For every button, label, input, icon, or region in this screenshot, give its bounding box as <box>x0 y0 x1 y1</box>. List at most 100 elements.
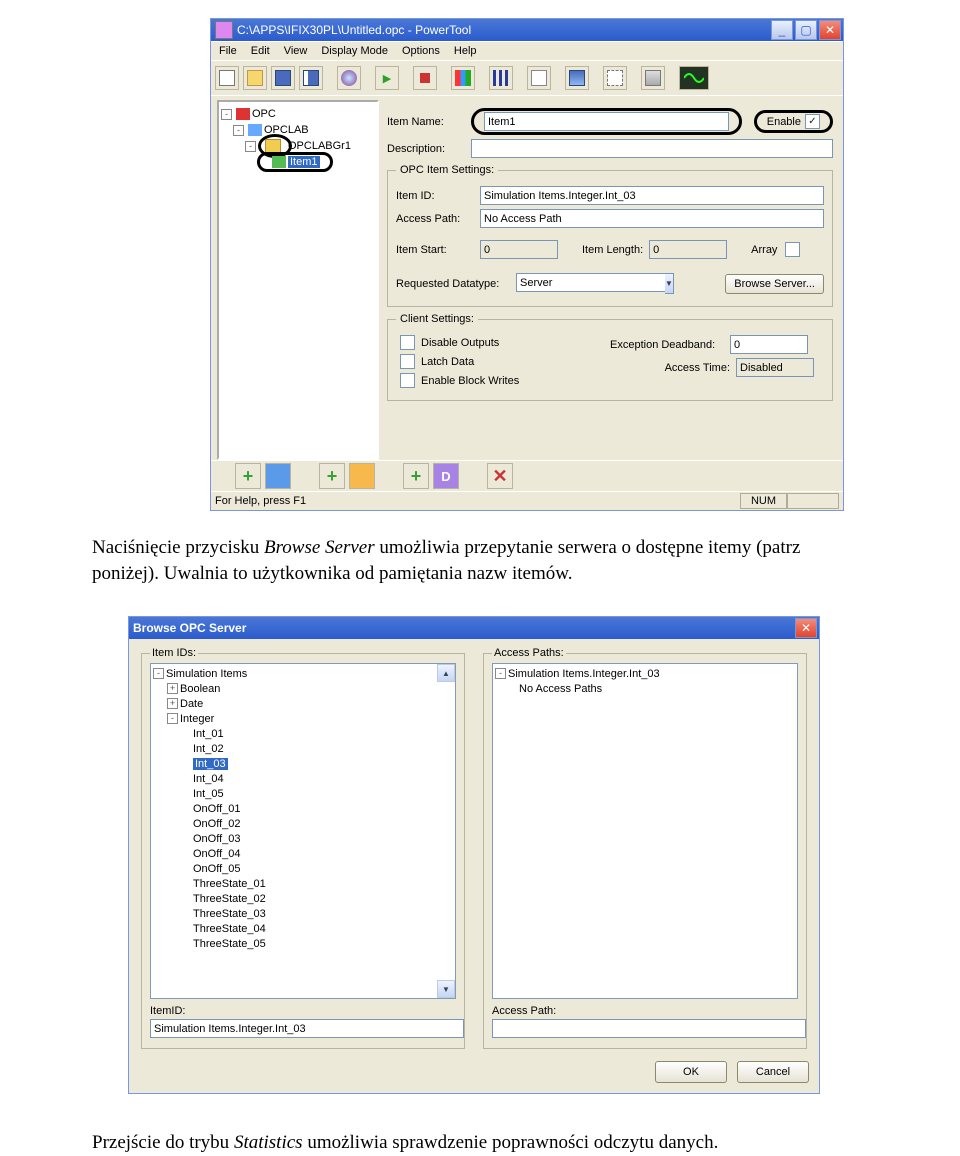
latch-data-checkbox[interactable] <box>400 354 415 369</box>
enable-block-writes-checkbox[interactable] <box>400 373 415 388</box>
menu-edit[interactable]: Edit <box>245 43 276 59</box>
collapse-icon[interactable]: - <box>245 141 256 152</box>
tree-label[interactable]: Int_02 <box>193 743 224 755</box>
array-checkbox[interactable] <box>785 242 800 257</box>
item-id-field[interactable] <box>150 1019 464 1038</box>
tree-node[interactable]: OnOff_03 <box>153 831 453 846</box>
save-icon[interactable] <box>271 66 295 90</box>
tree-node[interactable]: Int_01 <box>153 726 453 741</box>
tree-label[interactable]: OnOff_02 <box>193 818 241 830</box>
enable-checkbox[interactable]: ✓ <box>805 114 820 129</box>
tree-label[interactable]: OnOff_03 <box>193 833 241 845</box>
menu-options[interactable]: Options <box>396 43 446 59</box>
description-field[interactable] <box>471 139 833 158</box>
tree-node[interactable]: OnOff_05 <box>153 861 453 876</box>
tree-node[interactable]: +Boolean <box>153 681 453 696</box>
tree-label[interactable]: ThreeState_04 <box>193 923 266 935</box>
tree-label[interactable]: Int_01 <box>193 728 224 740</box>
tree-node[interactable]: ThreeState_01 <box>153 876 453 891</box>
menu-view[interactable]: View <box>278 43 314 59</box>
server-icon[interactable] <box>337 66 361 90</box>
scroll-down-icon[interactable]: ▼ <box>437 980 455 998</box>
add-group-icon[interactable] <box>349 463 375 489</box>
exception-deadband-field[interactable] <box>730 335 808 354</box>
expand-icon[interactable]: + <box>167 698 178 709</box>
stop-icon[interactable] <box>413 66 437 90</box>
tree-leaf[interactable]: No Access Paths <box>519 683 602 695</box>
tree-label[interactable]: ThreeState_01 <box>193 878 266 890</box>
tree-root[interactable]: OPC <box>252 108 276 120</box>
tree-label[interactable]: Date <box>180 698 203 710</box>
tree-label[interactable]: ThreeState_03 <box>193 908 266 920</box>
delete-button[interactable]: ✕ <box>487 463 513 489</box>
tree-node[interactable]: Simulation Items.Integer.Int_03 <box>508 668 660 680</box>
add-item-plus-icon[interactable]: + <box>403 463 429 489</box>
tree-label[interactable]: OnOff_05 <box>193 863 241 875</box>
tree-node[interactable]: -Simulation Items <box>153 666 453 681</box>
access-path-field[interactable] <box>492 1019 806 1038</box>
menu-help[interactable]: Help <box>448 43 483 59</box>
save-copy-icon[interactable] <box>299 66 323 90</box>
chart-icon[interactable] <box>451 66 475 90</box>
tree-label[interactable]: Int_03 <box>193 758 228 770</box>
access-paths-tree[interactable]: -Simulation Items.Integer.Int_03 No Acce… <box>492 663 798 999</box>
tree-label[interactable]: ThreeState_02 <box>193 893 266 905</box>
tree-label[interactable]: Integer <box>180 713 214 725</box>
tree-view[interactable]: - OPC - OPCLAB - OPCLABGr1 Item1 <box>217 100 379 460</box>
disable-outputs-checkbox[interactable] <box>400 335 415 350</box>
tree-label[interactable]: OnOff_04 <box>193 848 241 860</box>
tree-node[interactable]: OnOff_04 <box>153 846 453 861</box>
channel-icon[interactable] <box>565 66 589 90</box>
close-button[interactable]: ✕ <box>819 20 841 40</box>
tree-node[interactable]: Int_03 <box>153 756 453 771</box>
tree-item[interactable]: Item1 <box>288 156 320 168</box>
tree-node[interactable]: OnOff_02 <box>153 816 453 831</box>
tree-node[interactable]: +Date <box>153 696 453 711</box>
run-icon[interactable]: ▶ <box>375 66 399 90</box>
browse-server-button[interactable]: Browse Server... <box>725 274 824 294</box>
item-ids-tree[interactable]: ▲ ▼ -Simulation Items+Boolean+Date-Integ… <box>150 663 456 999</box>
add-group-plus-icon[interactable]: + <box>319 463 345 489</box>
tree-node[interactable]: Int_02 <box>153 741 453 756</box>
settings-icon[interactable] <box>603 66 627 90</box>
collapse-icon[interactable]: - <box>153 668 164 679</box>
tree-label[interactable]: Boolean <box>180 683 220 695</box>
collapse-icon[interactable]: - <box>495 668 506 679</box>
title-bar[interactable]: C:\APPS\IFIX30PL\Untitled.opc - PowerToo… <box>211 19 843 41</box>
collapse-icon[interactable]: - <box>167 713 178 724</box>
maximize-button[interactable]: ▢ <box>795 20 817 40</box>
add-item-icon[interactable] <box>433 463 459 489</box>
tree-node[interactable]: ThreeState_05 <box>153 936 453 951</box>
scroll-up-icon[interactable]: ▲ <box>437 664 455 682</box>
minimize-button[interactable]: _ <box>771 20 793 40</box>
tree-node[interactable]: Int_05 <box>153 786 453 801</box>
expand-icon[interactable]: + <box>167 683 178 694</box>
req-datatype-field[interactable] <box>516 273 665 292</box>
req-datatype-combo[interactable]: ▼ <box>516 273 664 294</box>
menu-file[interactable]: File <box>213 43 243 59</box>
tree-node[interactable]: ThreeState_04 <box>153 921 453 936</box>
cancel-button[interactable]: Cancel <box>737 1061 809 1083</box>
ok-button[interactable]: OK <box>655 1061 727 1083</box>
tree-node[interactable]: Int_04 <box>153 771 453 786</box>
dialog-title-bar[interactable]: Browse OPC Server ✕ <box>129 617 819 639</box>
menu-display[interactable]: Display Mode <box>315 43 394 59</box>
tree-label[interactable]: OnOff_01 <box>193 803 241 815</box>
tree-node[interactable]: -Integer <box>153 711 453 726</box>
hardware-icon[interactable] <box>641 66 665 90</box>
item-name-field[interactable] <box>484 112 729 131</box>
collapse-icon[interactable]: - <box>233 125 244 136</box>
tree-label[interactable]: Simulation Items <box>166 668 247 680</box>
signal-icon[interactable] <box>679 66 709 90</box>
item-id-field[interactable] <box>480 186 824 205</box>
tree-node[interactable]: ThreeState_03 <box>153 906 453 921</box>
access-path-field[interactable] <box>480 209 824 228</box>
combo-arrow-icon[interactable]: ▼ <box>665 273 674 294</box>
tree-label[interactable]: Int_05 <box>193 788 224 800</box>
statistics-icon[interactable] <box>489 66 513 90</box>
add-server-icon[interactable] <box>265 463 291 489</box>
add-server-plus-icon[interactable]: + <box>235 463 261 489</box>
dialog-close-button[interactable]: ✕ <box>795 618 817 638</box>
tree-node[interactable]: OnOff_01 <box>153 801 453 816</box>
tree-label[interactable]: Int_04 <box>193 773 224 785</box>
